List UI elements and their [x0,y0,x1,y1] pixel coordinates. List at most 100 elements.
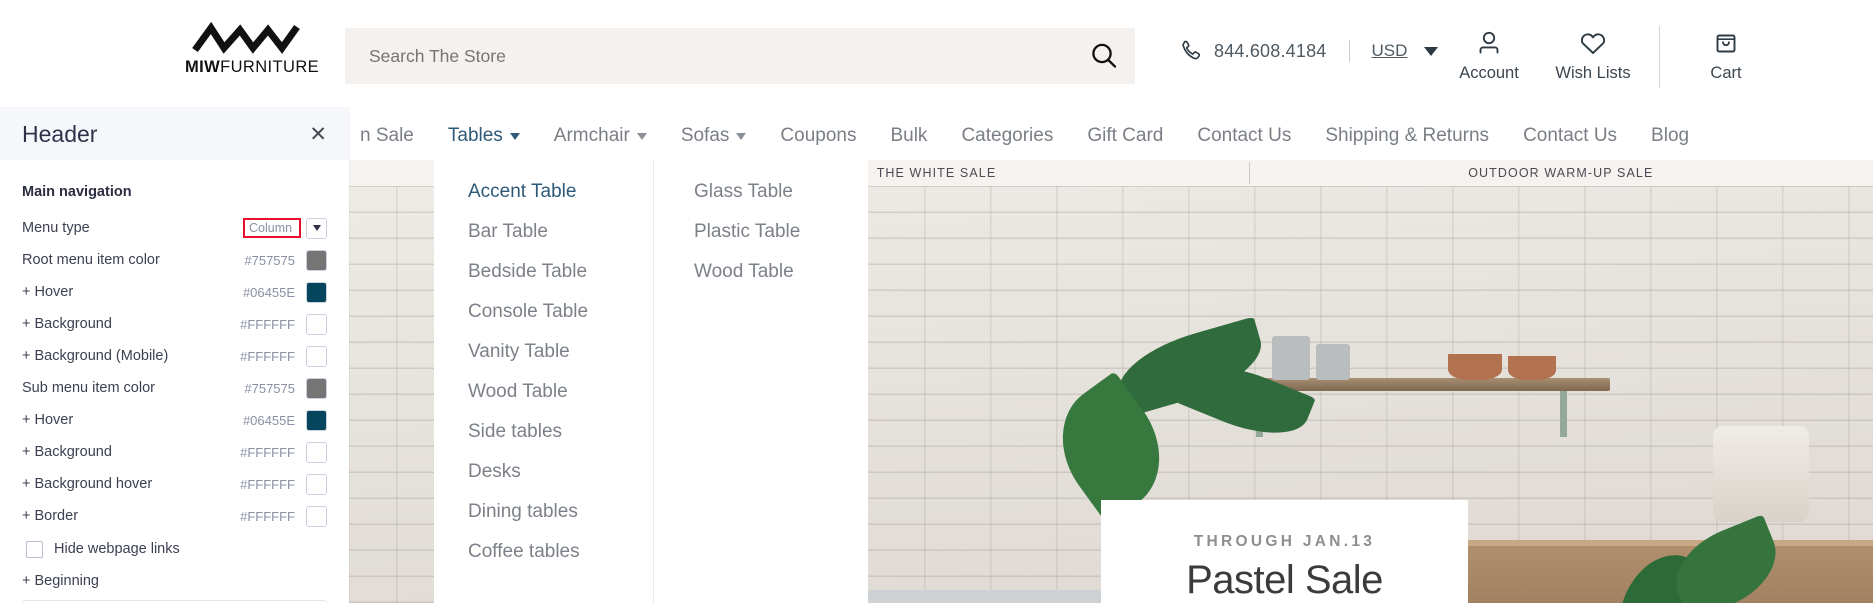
color-setting-value[interactable]: #06455E [243,413,295,428]
nav-item[interactable]: Coupons [780,125,856,147]
nav-item[interactable]: Shipping & Returns [1325,125,1489,147]
color-setting-value[interactable]: #757575 [244,381,295,396]
hide-webpage-links-row[interactable]: Hide webpage links [22,532,327,566]
color-setting-label: + Background hover [22,476,153,492]
nav-item-label: Contact Us [1523,125,1618,146]
color-swatch[interactable] [306,249,327,271]
nav-item[interactable]: Gift Card [1087,125,1163,147]
nav-item-label: Armchair [553,125,630,146]
search-button[interactable] [1073,28,1135,84]
phone-number[interactable]: 844.608.4184 [1214,41,1327,62]
nav-item-label: Shipping & Returns [1325,125,1490,146]
color-setting-row: + Hover #06455E [22,276,327,308]
color-setting-value[interactable]: #FFFFFF [240,349,295,364]
color-setting-value[interactable]: #FFFFFF [240,445,295,460]
mega-menu-item-label: Plastic Table [694,221,801,242]
color-swatch[interactable] [306,409,327,431]
tin-canister [1272,336,1310,380]
nav-item[interactable]: Tables [448,125,520,147]
site-logo[interactable]: MIWFURNITURE [185,22,319,77]
beginning-row[interactable]: + Beginning [22,566,327,596]
mega-menu-item-label: Glass Table [694,181,793,202]
color-setting-row: + Hover #06455E [22,404,327,436]
color-setting-label: + Background [22,444,112,460]
nav-item[interactable]: Blog [1651,125,1689,147]
chevron-down-icon[interactable] [636,132,647,140]
banner-cell[interactable]: OUTDOOR WARM-UP SALE [1248,162,1873,184]
nav-item[interactable]: Sofas [681,125,747,147]
color-swatch[interactable] [306,345,327,367]
currency-label[interactable]: USD [1372,41,1408,61]
search-bar[interactable] [345,28,1135,84]
color-setting-value[interactable]: #FFFFFF [240,477,295,492]
chevron-down-icon[interactable] [736,132,747,140]
nav-item[interactable]: Contact Us [1197,125,1291,147]
chevron-down-icon[interactable] [306,217,327,239]
mega-menu-item-label: Accent Table [468,181,577,202]
promo-card[interactable]: THROUGH JAN.13 Pastel Sale UP TO 50% OFF… [1101,500,1468,603]
mega-menu-item[interactable]: Wood Table [654,252,868,292]
color-swatch[interactable] [306,473,327,495]
logo-light: FURNITURE [220,58,320,76]
nav-item[interactable]: Categories [961,125,1053,147]
menu-type-value[interactable]: Column [243,218,301,238]
color-swatch[interactable] [306,441,327,463]
color-setting-row: + Background #FFFFFF [22,308,327,340]
hide-webpage-links-checkbox[interactable] [26,540,43,558]
shopping-bag-icon [1674,26,1778,60]
color-setting-value[interactable]: #FFFFFF [240,317,295,332]
color-swatch[interactable] [306,313,327,335]
color-setting-value[interactable]: #757575 [244,253,295,268]
color-setting-label: Root menu item color [22,252,160,268]
color-setting-label: + Border [22,508,79,524]
nav-item[interactable]: Armchair [554,125,647,147]
contact-block[interactable]: 844.608.4184 USD [1178,38,1439,64]
color-setting-value[interactable]: #FFFFFF [240,509,295,524]
tin-canister [1316,344,1350,380]
nav-item[interactable]: Bulk [890,125,927,147]
search-input[interactable] [345,45,1073,67]
tables-dropdown-column-2: Glass Table Plastic Table Wood Table [653,160,868,603]
color-setting-label: + Hover [22,412,74,428]
search-icon [1092,43,1117,68]
shelf-bracket [1560,391,1567,437]
header-settings-panel: Header ✕ Main navigation Menu type Colum… [0,108,349,603]
menu-type-select[interactable]: Column [243,217,327,239]
promo-title: Pastel Sale [1186,558,1383,602]
user-icon [1437,26,1541,60]
mega-menu-item-label: Vanity Table [468,341,570,362]
color-setting-row: + Background #FFFFFF [22,436,327,468]
menu-type-label: Menu type [22,220,90,236]
mega-menu-item-label: Dining tables [468,501,578,522]
logo-wordmark: MIWFURNITURE [185,58,319,77]
mega-menu-item[interactable]: Plastic Table [654,212,868,252]
panel-header: Header ✕ [0,108,349,160]
mega-menu-item-label: Bar Table [468,221,548,242]
mega-menu-item-label: Wood Table [468,381,568,402]
nav-item[interactable]: n Sale [360,125,414,147]
nav-item-label: Coupons [780,125,857,146]
mega-menu-item-label: Wood Table [694,261,794,282]
color-swatch[interactable] [306,377,327,399]
wishlists-link[interactable]: Wish Lists [1541,26,1645,83]
nav-item-label: Gift Card [1087,125,1164,146]
account-links: Account Wish Lists Cart [1437,26,1778,88]
bowl [1448,354,1502,380]
panel-section-title: Main navigation [22,184,132,200]
nav-item[interactable]: Contact Us [1523,125,1617,147]
color-setting-row: + Border #FFFFFF [22,500,327,532]
nav-item-label: Blog [1651,125,1690,146]
nav-item-label: Sofas [680,125,730,146]
wishlists-link-label: Wish Lists [1555,64,1631,82]
color-setting-value[interactable]: #06455E [243,285,295,300]
chevron-down-icon[interactable] [509,132,520,140]
promo-kicker: THROUGH JAN.13 [1193,533,1376,550]
color-swatch[interactable] [306,281,327,303]
mega-menu-item-label: Side tables [468,421,563,442]
cart-link[interactable]: Cart [1674,26,1778,83]
nav-item-label: Categories [961,125,1054,146]
mega-menu-item[interactable]: Glass Table [654,172,868,212]
account-link[interactable]: Account [1437,26,1541,83]
color-swatch[interactable] [306,505,327,527]
close-icon[interactable]: ✕ [305,120,331,149]
